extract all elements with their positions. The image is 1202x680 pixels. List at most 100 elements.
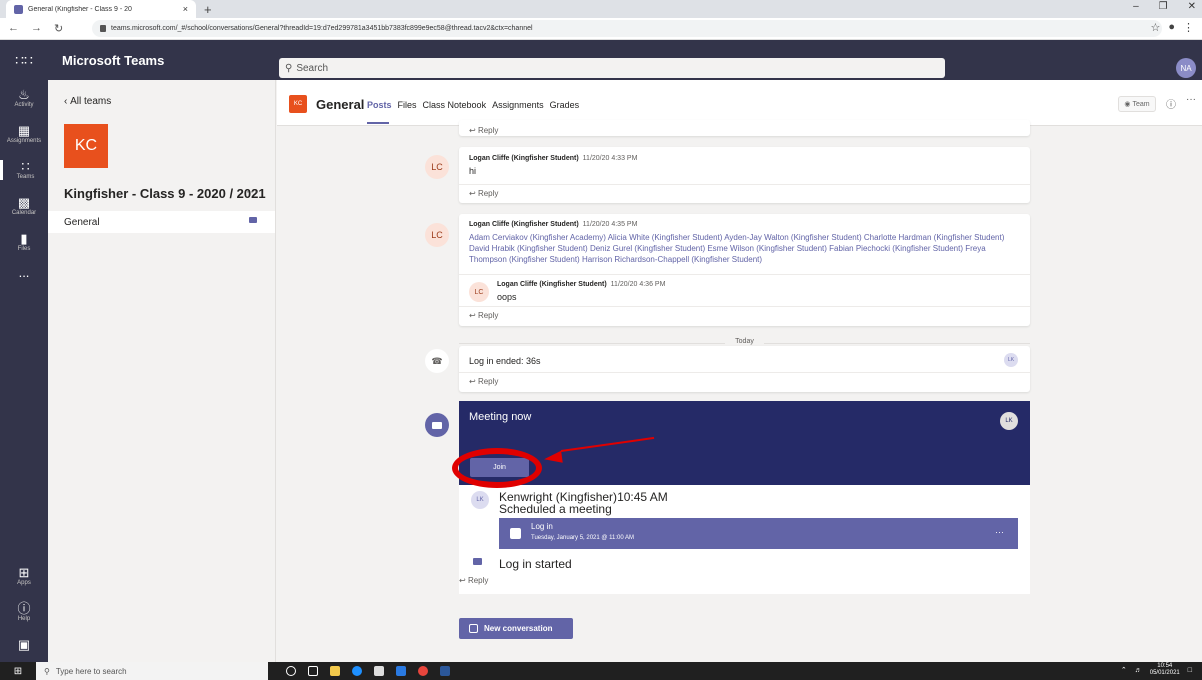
bell-icon: ♨ [18,87,30,102]
reply-button[interactable]: ↩ Reply [469,189,498,198]
mail-icon[interactable] [396,666,406,676]
author-name: Logan Cliffe (Kingfisher Student) [469,155,579,162]
meeting-started-text: Log in started [499,557,572,571]
tab-close-icon[interactable]: × [183,4,188,14]
day-label: Today [725,338,764,345]
channel-name: General [316,97,365,112]
rail-item-assignments[interactable]: ▦ Assignments [0,124,48,145]
browser-tab[interactable]: General (Kingfisher - Class 9 - 20 × [6,0,196,18]
word-icon[interactable] [440,666,450,676]
cortana-icon[interactable] [286,666,296,676]
tab-grades[interactable]: Grades [550,100,580,110]
reply-label: Reply [477,311,499,320]
tab-assignments[interactable]: Assignments [492,100,544,110]
reply-button[interactable]: ↩ Reply [469,311,498,320]
avatar[interactable]: LC [425,155,449,179]
rail-item-activity[interactable]: ♨ Activity [0,87,48,109]
system-tray: ⌃ ♬ 10:54 05/01/2021 □ [1121,663,1192,677]
message-author[interactable]: Logan Cliffe (Kingfisher Student) 11/20/2… [497,281,665,288]
new-tab-button[interactable]: + [204,2,212,17]
message-author[interactable]: Logan Cliffe (Kingfisher Student) 11/20/2… [469,221,637,228]
annotation-arrow-head [543,450,563,466]
tab-class-notebook[interactable]: Class Notebook [423,100,487,110]
chrome-icon[interactable] [418,666,428,676]
rail-item-apps[interactable]: ⊞ Apps [0,565,48,587]
notifications-icon[interactable]: □ [1188,667,1192,674]
clock[interactable]: 10:54 05/01/2021 [1150,663,1180,677]
apps-icon: ⊞ [18,565,30,580]
meeting-details-card: LK Kenwright (Kingfisher)10:45 AM Schedu… [459,485,1030,594]
message-mentions[interactable]: Adam Cerviakov (Kingfisher Academy) Alic… [469,232,1024,265]
restore-icon[interactable]: ❐ [1159,1,1168,12]
channel-item-general[interactable]: General [48,211,275,233]
back-icon[interactable]: ← [8,22,19,35]
info-icon[interactable]: ⓘ [1166,96,1176,111]
star-icon[interactable]: ☆ [1150,21,1160,34]
reload-icon[interactable]: ↻ [54,22,63,35]
message-card-previous: ↩ Reply [459,120,1030,136]
channel-logo: KC [289,95,307,113]
tray-chevron-icon[interactable]: ⌃ [1121,666,1127,674]
rail-label: Help [17,616,31,622]
reply-label: Reply [477,189,499,198]
rail-item-calendar[interactable]: ▩ Calendar [0,195,48,217]
forward-icon[interactable]: → [31,22,42,35]
rail-label: Calendar [11,210,37,216]
address-bar-row: ← → ↻ teams.microsoft.com/_#/school/conv… [0,18,1202,40]
message-time: 11/20/20 4:35 PM [582,221,638,228]
nav-buttons: ← → ↻ [0,22,92,35]
message-card: Logan Cliffe (Kingfisher Student) 11/20/2… [459,214,1030,326]
windows-start-icon[interactable]: ⊞ [0,666,36,677]
rail-item-teams[interactable]: ∷ Teams [0,160,48,180]
url-field[interactable]: teams.microsoft.com/_#/school/conversati… [92,20,1162,37]
rail-label: Files [17,246,31,252]
message-author[interactable]: Logan Cliffe (Kingfisher Student) 11/20/2… [469,155,637,162]
menu-icon[interactable]: ⋮ [1183,21,1194,34]
team-button[interactable]: ◉ Team [1118,96,1156,112]
event-more-button[interactable]: ··· [995,527,1004,537]
browser-tab-bar: General (Kingfisher - Class 9 - 20 × + –… [0,0,1202,18]
task-view-icon[interactable] [308,666,318,676]
all-teams-link[interactable]: ‹ All teams [64,96,111,107]
search-input[interactable]: ⚲ Search [279,58,945,78]
rail-item-download[interactable]: ▣ [0,638,48,652]
help-icon: ⓘ [17,601,31,616]
window-controls: – ❐ ✕ [1133,1,1196,12]
taskbar-search-input[interactable]: ⚲ Type here to search [36,662,268,680]
search-icon: ⚲ [44,666,50,676]
divider [459,274,1030,275]
volume-icon[interactable]: ♬ [1135,667,1142,674]
user-avatar[interactable]: NA [1176,58,1196,78]
team-more-button[interactable]: ··· [246,184,258,198]
profile-icon[interactable]: ● [1168,21,1175,34]
address-bar-actions: ☆ ● ⋮ [1150,21,1194,34]
tab-files[interactable]: Files [398,100,417,110]
store-icon[interactable] [374,666,384,676]
minimize-icon[interactable]: – [1133,1,1139,12]
call-ended-icon: ☎ [425,349,449,373]
file-explorer-icon[interactable] [330,666,340,676]
avatar[interactable]: LC [425,223,449,247]
clock-date: 05/01/2021 [1149,670,1180,676]
avatar[interactable]: LC [469,282,489,302]
edge-icon[interactable] [352,666,362,676]
message-time: 11/20/20 4:36 PM [610,281,666,288]
header-more-button[interactable]: ··· [1186,94,1196,105]
rail-item-help[interactable]: ⓘ Help [0,601,48,623]
reply-button[interactable]: ↩ Reply [469,126,498,135]
files-icon: ▮ [20,231,28,246]
rail-item-files[interactable]: ▮ Files [0,231,48,253]
event-date: Tuesday, January 5, 2021 @ 11:00 AM [531,535,635,541]
reply-button[interactable]: ↩ Reply [469,377,498,386]
calendar-icon: ▩ [17,195,31,210]
app-launcher-icon[interactable]: ∷∷ [0,52,48,69]
rail-item-more[interactable]: ... [0,266,48,280]
call-ended-text: Log in ended: 36s [469,356,541,366]
search-icon: ⚲ [285,62,293,74]
meeting-event-card[interactable]: Log in Tuesday, January 5, 2021 @ 11:00 … [499,518,1018,549]
close-window-icon[interactable]: ✕ [1188,1,1196,12]
reply-button[interactable]: ↩ Reply [459,576,488,585]
tab-posts[interactable]: Posts [367,100,392,110]
new-conversation-button[interactable]: New conversation [459,618,573,639]
avatar[interactable]: LK [471,491,489,509]
